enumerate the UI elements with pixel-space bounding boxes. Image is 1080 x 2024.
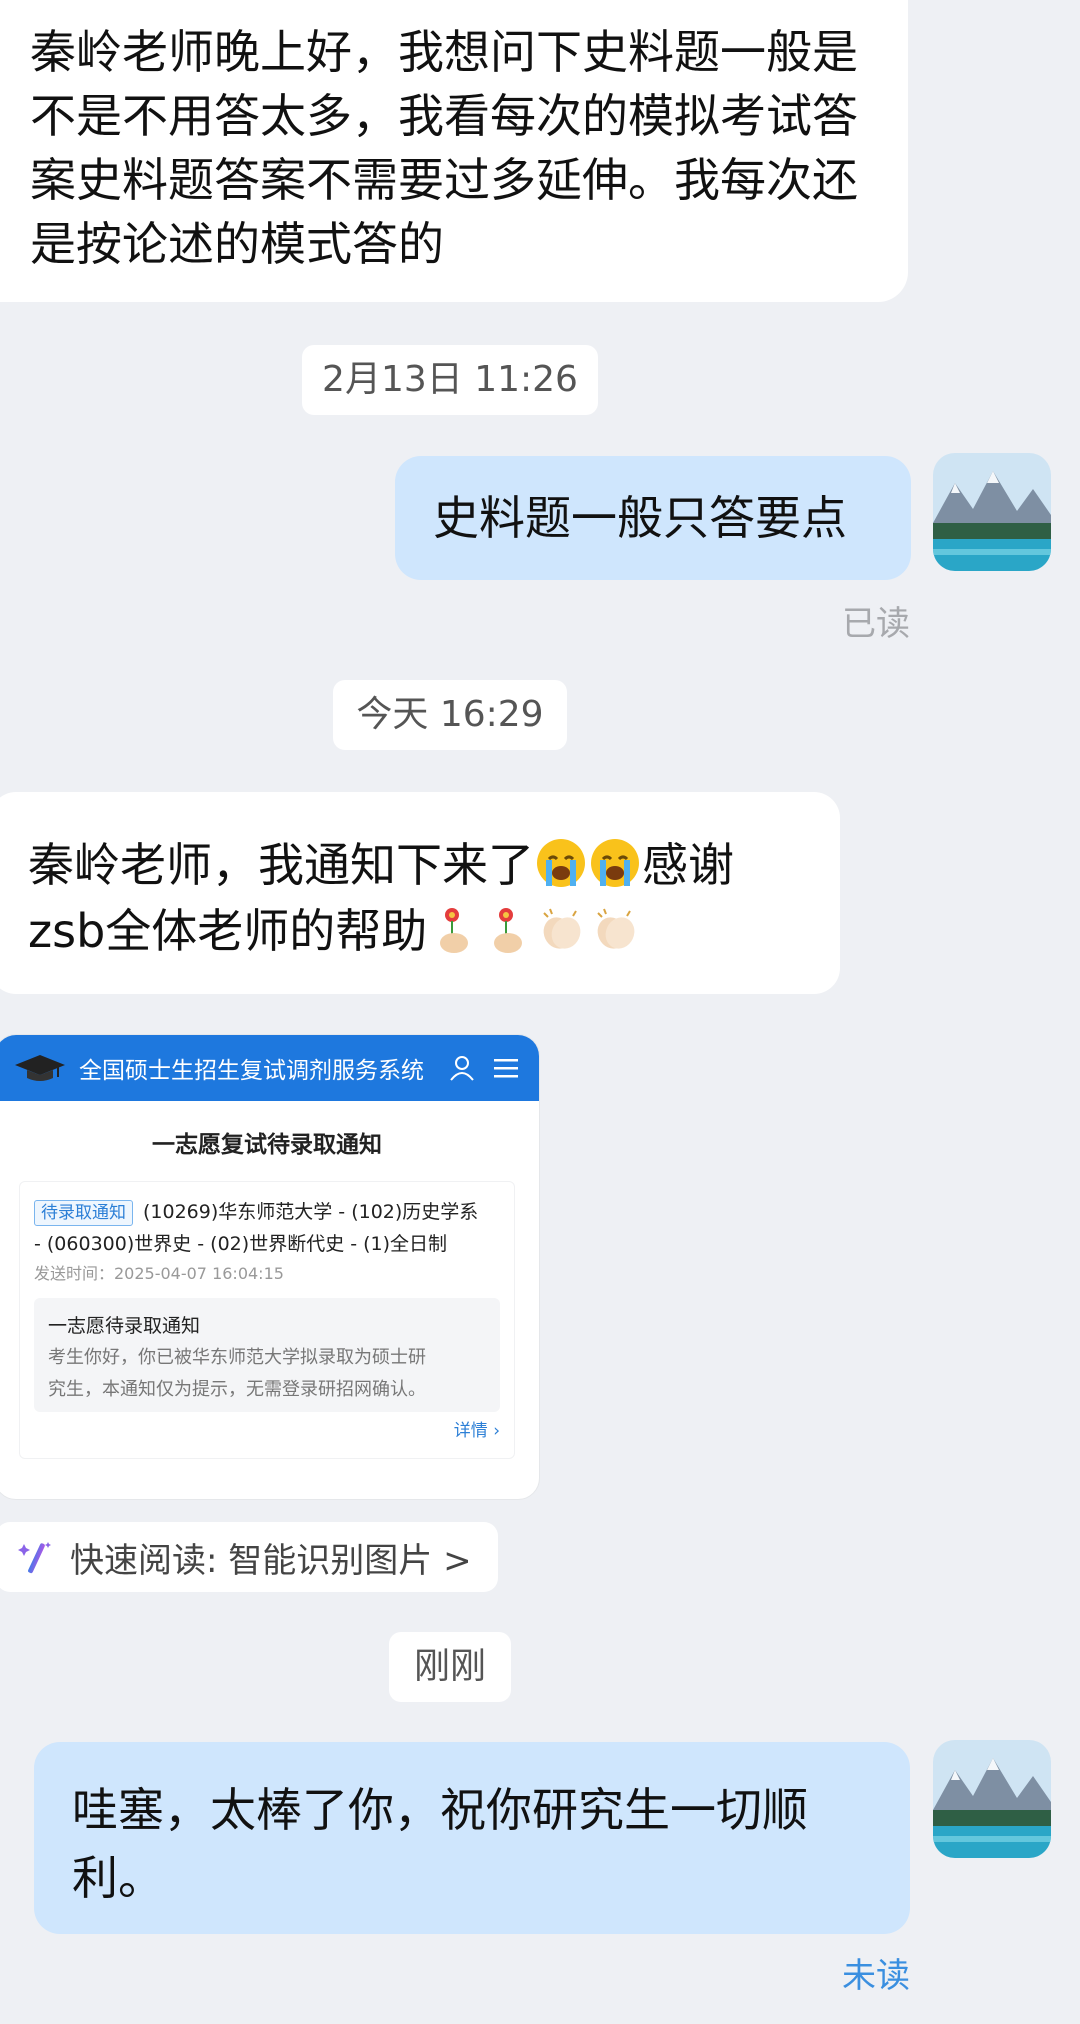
notice-item: 待录取通知 (10269)华东师范大学 - (102)历史学系 - (060300… — [19, 1181, 515, 1459]
crying-face-icon — [537, 839, 585, 887]
card-subtitle: 一志愿复试待录取通知 — [152, 1132, 382, 1158]
message-line: 秦岭老师，我通知下来了 感谢 — [28, 832, 812, 898]
menu-icon — [494, 1059, 518, 1078]
timestamp-divider: 刚刚 — [389, 1632, 511, 1702]
message-text: 哇塞，太棒了你，祝你研究生一切顺利。 — [72, 1783, 808, 1905]
program-text: (10269)华东师范大学 - (102)历史学系 — [143, 1201, 479, 1223]
program-line: - (060300)世界史 - (02)世界断代史 - (1)全日制 — [34, 1233, 448, 1255]
crying-face-icon — [591, 839, 639, 887]
message-text: 秦岭老师，我通知下来了 — [28, 838, 534, 892]
card-header: 全国硕士生招生复试调剂服务系统 — [0, 1035, 539, 1101]
detail-link: 详情 › — [453, 1421, 500, 1441]
notice-title: 一志愿待录取通知 — [48, 1315, 201, 1337]
message-text: 史料题一般只答要点 — [433, 491, 847, 545]
magic-wand-icon — [18, 1542, 51, 1574]
incoming-message-bubble[interactable]: 秦岭老师晚上好，我想问下史料题一般是不是不用答太多，我看每次的模拟考试答案史料题… — [0, 0, 908, 302]
notice-text: 考生你好，你已被华东师范大学拟录取为硕士研 — [48, 1347, 426, 1368]
flower-in-hand-icon — [440, 908, 469, 953]
timestamp-divider: 今天 16:29 — [333, 680, 567, 750]
clapping-hands-icon — [597, 908, 635, 949]
incoming-message-bubble[interactable]: 秦岭老师，我通知下来了 感谢 zsb全体老师的帮助 — [0, 792, 840, 994]
status-badge: 待录取通知 — [34, 1200, 133, 1226]
image-message[interactable]: 全国硕士生招生复试调剂服务系统 一志愿复试待录取通知 待录取通知 (10269)华… — [0, 1034, 540, 1500]
message-line: zsb全体老师的帮助 — [28, 898, 812, 964]
graduation-cap-icon — [15, 1055, 65, 1081]
user-icon — [450, 1056, 474, 1081]
unread-status: 未读 — [842, 1956, 910, 1996]
program-line: 待录取通知 (10269)华东师范大学 - (102)历史学系 — [34, 1196, 500, 1228]
quick-read-button[interactable]: 快速阅读: 智能识别图片 > — [0, 1522, 498, 1592]
notice-detail-box: 一志愿待录取通知 考生你好，你已被华东师范大学拟录取为硕士研 究生，本通知仅为提… — [34, 1298, 500, 1412]
landscape-avatar-image — [933, 453, 1051, 571]
notice-text: 究生，本通知仅为提示，无需登录研招网确认。 — [48, 1379, 426, 1400]
chat-screen: 秦岭老师晚上好，我想问下史料题一般是不是不用答太多，我看每次的模拟考试答案史料题… — [0, 0, 1080, 2024]
message-text: 秦岭老师晚上好，我想问下史料题一般是不是不用答太多，我看每次的模拟考试答案史料题… — [30, 25, 858, 271]
avatar[interactable] — [933, 1740, 1051, 1858]
flower-in-hand-icon — [494, 908, 523, 953]
read-status: 已读 — [842, 604, 910, 644]
outgoing-message-bubble[interactable]: 史料题一般只答要点 — [395, 456, 911, 580]
message-text: zsb全体老师的帮助 — [28, 904, 428, 958]
message-text: 感谢 — [642, 838, 734, 892]
send-time: 发送时间：2025-04-07 16:04:15 — [34, 1264, 284, 1283]
card-header-title: 全国硕士生招生复试调剂服务系统 — [79, 1058, 424, 1084]
landscape-avatar-image — [933, 1740, 1051, 1858]
avatar[interactable] — [933, 453, 1051, 571]
clapping-hands-icon — [543, 908, 581, 949]
timestamp-divider: 2月13日 11:26 — [302, 345, 598, 415]
quick-read-label: 快速阅读: 智能识别图片 > — [70, 1540, 472, 1581]
outgoing-message-bubble[interactable]: 哇塞，太棒了你，祝你研究生一切顺利。 — [34, 1742, 910, 1934]
